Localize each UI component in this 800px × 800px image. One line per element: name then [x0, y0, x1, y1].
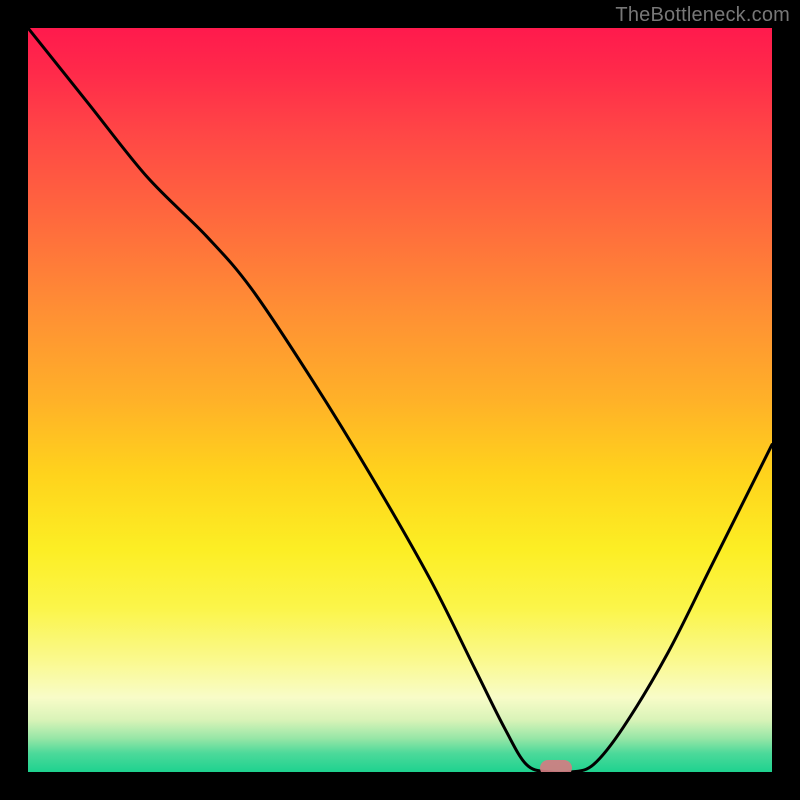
bottleneck-curve [28, 28, 772, 772]
plot-area [28, 28, 772, 772]
watermark-text: TheBottleneck.com [615, 4, 790, 27]
chart-frame: TheBottleneck.com [0, 0, 800, 800]
optimal-point-marker [540, 760, 572, 772]
curve-layer [28, 28, 772, 772]
